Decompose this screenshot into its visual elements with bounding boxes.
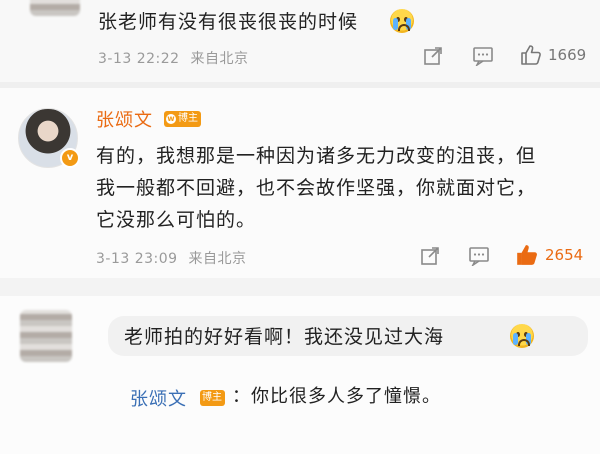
- like-count: 1669: [548, 46, 587, 64]
- reply-text-content: ：你比很多人多了憧憬。: [232, 386, 441, 407]
- location: 来自北京: [190, 51, 249, 67]
- reply-text-line: 它没那么可怕的。: [96, 209, 257, 231]
- share-icon[interactable]: [423, 46, 443, 66]
- reply-author[interactable]: 张颂文: [130, 385, 187, 411]
- timestamp: 3-13 22:22: [98, 51, 180, 67]
- author-name[interactable]: 张颂文: [96, 106, 153, 132]
- verified-badge-icon: v: [60, 148, 80, 168]
- comment-icon[interactable]: [472, 46, 494, 66]
- comment-meta: 3-13 23:09 来自北京: [96, 248, 247, 268]
- reply-line-3: 它没那么可怕的。: [96, 204, 256, 236]
- crying-face-emoji-icon: [390, 9, 414, 33]
- share-icon[interactable]: [420, 246, 440, 266]
- reply-author-text: 张颂文: [130, 389, 187, 410]
- divider: [0, 278, 600, 296]
- thumbs-up-icon: [517, 245, 537, 265]
- comment-text-content: 老师拍的好好看啊！我还没见过大海: [124, 326, 445, 348]
- blogger-badge: 博主: [200, 390, 225, 406]
- author-name-text: 张颂文: [96, 110, 153, 131]
- reply-text: ：你比很多人多了憧憬。: [232, 381, 441, 413]
- reply-text-line: 我一般都不回避，也不会故作坚强，你就面对它，: [96, 177, 537, 199]
- location: 来自北京: [188, 251, 247, 267]
- weibo-logo-icon: w: [166, 114, 176, 124]
- reply-text-line: 有的，我想那是一种因为诸多无力改变的沮丧，但: [96, 145, 537, 167]
- crying-face-emoji-icon: [510, 324, 534, 348]
- comment-card-1: 张老师有没有很丧很丧的时候 3-13 22:22 来自北京 1669: [0, 0, 600, 82]
- comment-icon[interactable]: [468, 246, 490, 266]
- thumbs-up-icon: [521, 45, 541, 65]
- avatar[interactable]: [20, 310, 72, 362]
- like-button[interactable]: 1669: [520, 44, 586, 66]
- comment-text: 老师拍的好好看啊！我还没见过大海: [124, 321, 444, 353]
- avatar[interactable]: [30, 0, 80, 16]
- like-count: 2654: [545, 246, 584, 264]
- badge-label: 博主: [202, 392, 222, 403]
- reply-line-1: 有的，我想那是一种因为诸多无力改变的沮丧，但: [96, 140, 536, 172]
- comment-meta: 3-13 22:22 来自北京: [98, 48, 249, 68]
- comment-text-content: 张老师有没有很丧很丧的时候: [98, 11, 359, 33]
- comment-text: 张老师有没有很丧很丧的时候: [98, 6, 358, 38]
- comment-card-2: v 张颂文 w 博主 有的，我想那是一种因为诸多无力改变的沮丧，但 我一般都不回…: [0, 88, 600, 278]
- blogger-badge: w 博主: [164, 111, 201, 127]
- like-button[interactable]: 2654: [515, 243, 583, 267]
- badge-label: 博主: [178, 113, 198, 124]
- reply-line-2: 我一般都不回避，也不会故作坚强，你就面对它，: [96, 172, 536, 204]
- timestamp: 3-13 23:09: [96, 251, 178, 267]
